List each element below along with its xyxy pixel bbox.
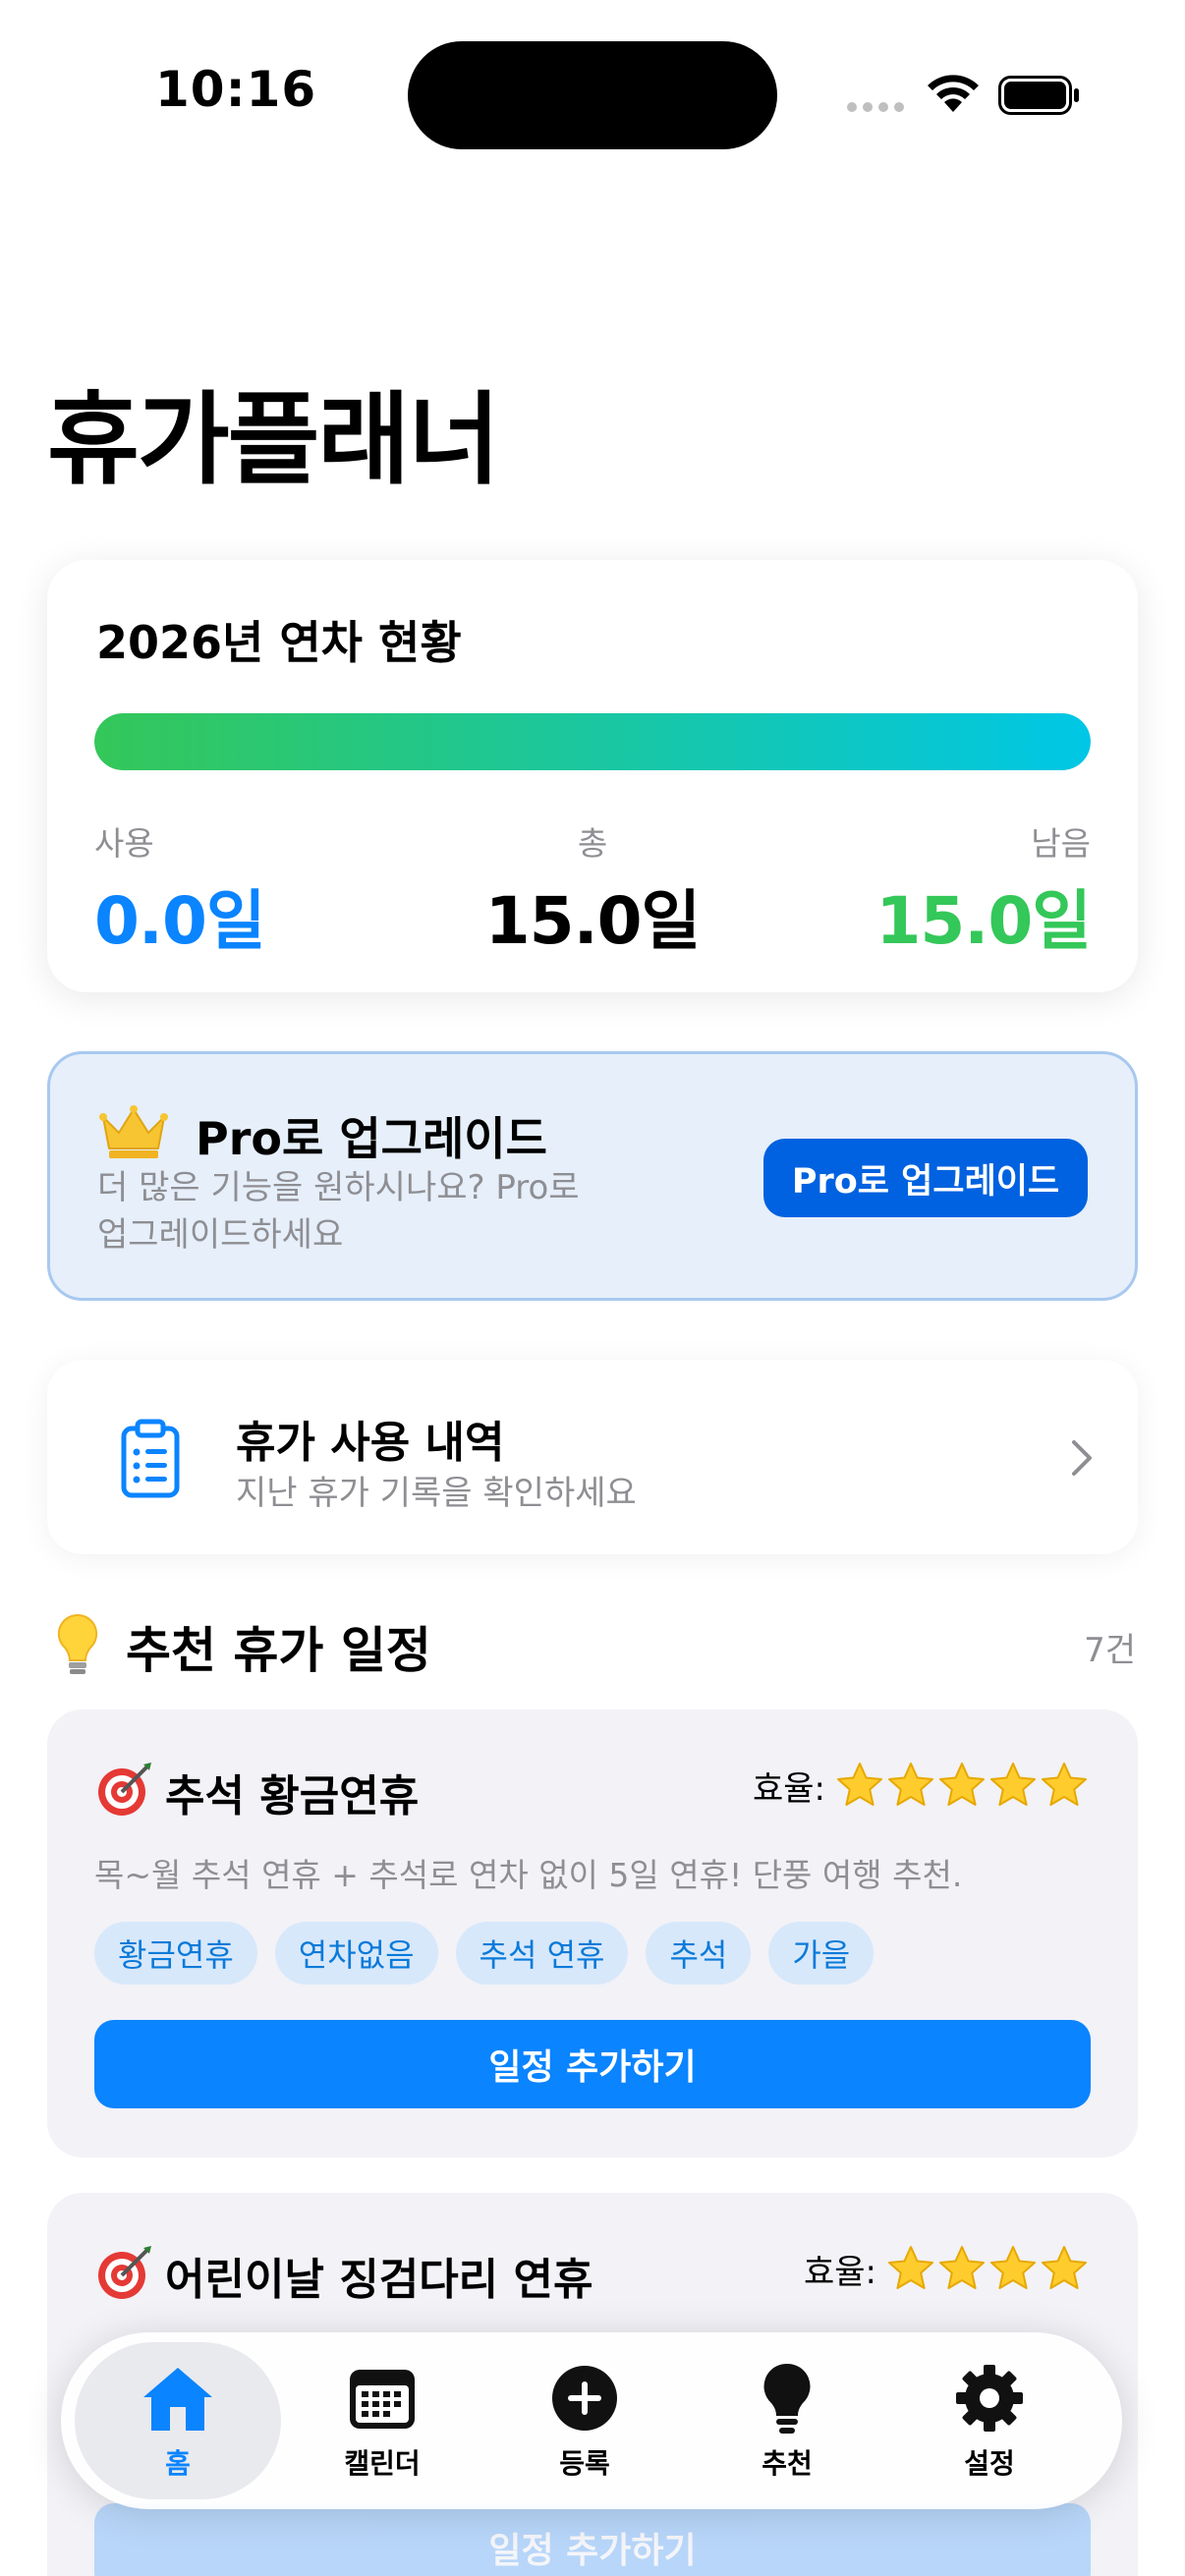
pro-description: 더 많은 기능을 원하시나요? Pro로 업그레이드하세요 <box>97 1168 580 1255</box>
tab-register[interactable]: 등록 <box>481 2342 688 2499</box>
add-schedule-button[interactable]: 일정 추가하기 <box>94 2503 1091 2576</box>
tab-settings[interactable]: 설정 <box>886 2342 1093 2499</box>
efficiency-label: 효율: <box>803 2252 876 2292</box>
tab-label: 홈 <box>165 2447 191 2480</box>
recommendation-card: 추석 황금연휴 효율: 목~월 추석 연휴 + 추석로 연차 없이 5일 연휴!… <box>47 1709 1138 2157</box>
battery-icon <box>998 76 1079 115</box>
tab-recommend[interactable]: 추천 <box>684 2342 890 2499</box>
star-icon <box>939 2246 985 2289</box>
clipboard-icon <box>121 1419 180 1498</box>
star-rating <box>835 1761 1089 1810</box>
efficiency-label: 효율: <box>752 1768 825 1809</box>
star-icon <box>1042 1763 1087 1806</box>
recommendation-description: 목~월 추석 연휴 + 추석로 연차 없이 5일 연휴! 단풍 여행 추천. <box>94 1856 963 1894</box>
status-bar: 10:16 <box>0 0 1185 187</box>
remaining-stat: 남음 15.0일 <box>875 817 1092 963</box>
lightbulb-icon <box>763 2363 811 2434</box>
star-icon <box>990 2246 1036 2289</box>
add-schedule-button[interactable]: 일정 추가하기 <box>94 2020 1091 2108</box>
efficiency-rating: 효율: <box>753 1761 1089 1810</box>
house-icon <box>143 2368 212 2431</box>
star-icon <box>990 1763 1036 1806</box>
chevron-right-icon <box>1072 1440 1092 1476</box>
tab-label: 캘린더 <box>344 2447 421 2480</box>
pro-title: Pro로 업그레이드 <box>196 1112 547 1165</box>
remaining-label: 남음 <box>1031 824 1091 863</box>
leave-progress-fill <box>94 713 1091 770</box>
tag-list: 황금연휴 연차없음 추석 연휴 추석 가을 <box>94 1922 875 1985</box>
page-title: 휴가플래너 <box>47 382 500 499</box>
cellular-signal-icon <box>847 102 904 112</box>
dynamic-island <box>408 41 777 149</box>
star-icon <box>888 1763 933 1806</box>
wifi-icon <box>928 75 979 112</box>
leave-progress-bar <box>94 713 1091 770</box>
efficiency-rating: 효율: <box>804 2244 1089 2293</box>
tag-chip: 황금연휴 <box>94 1922 257 1985</box>
section-title: 추천 휴가 일정 <box>126 1622 431 1679</box>
history-title: 휴가 사용 내역 <box>236 1418 505 1468</box>
pro-upgrade-card: Pro로 업그레이드 더 많은 기능을 원하시나요? Pro로 업그레이드하세요… <box>47 1051 1138 1301</box>
star-icon <box>888 2246 933 2289</box>
section-count: 7건 <box>1084 1631 1136 1670</box>
target-icon <box>98 2246 151 2299</box>
app-screen: 10:16 휴가플래너 2026년 연차 현황 사용 0.0일 총 15.0일 <box>0 0 1185 2576</box>
leave-summary-card: 2026년 연차 현황 사용 0.0일 총 15.0일 남음 15.0일 <box>47 560 1138 992</box>
gear-icon <box>956 2365 1023 2432</box>
tab-label: 등록 <box>559 2447 610 2480</box>
history-subtitle: 지난 휴가 기록을 확인하세요 <box>236 1474 637 1513</box>
recommendation-title: 어린이날 징검다리 연휴 <box>165 2255 593 2305</box>
status-time: 10:16 <box>155 61 317 118</box>
tag-chip: 추석 연휴 <box>455 1922 629 1985</box>
recommendation-title: 추석 황금연휴 <box>165 1771 420 1821</box>
star-icon <box>837 1763 882 1806</box>
tab-bar: 홈 캘린더 등록 추천 설정 <box>61 2332 1122 2509</box>
tab-home[interactable]: 홈 <box>75 2342 281 2499</box>
leave-history-row[interactable]: 휴가 사용 내역 지난 휴가 기록을 확인하세요 <box>47 1360 1138 1554</box>
plus-circle-icon <box>552 2366 617 2431</box>
lightbulb-icon <box>57 1613 98 1674</box>
tag-chip: 가을 <box>768 1922 875 1985</box>
star-icon <box>939 1763 985 1806</box>
tag-chip: 추석 <box>646 1922 752 1985</box>
summary-title: 2026년 연차 현황 <box>96 616 462 669</box>
star-rating <box>886 2244 1089 2293</box>
calendar-icon <box>350 2370 415 2429</box>
pro-upgrade-button[interactable]: Pro로 업그레이드 <box>763 1139 1088 1217</box>
crown-icon <box>99 1105 168 1158</box>
target-icon <box>98 1763 151 1816</box>
tab-label: 설정 <box>964 2447 1015 2480</box>
remaining-value: 15.0일 <box>875 883 1092 959</box>
tab-calendar[interactable]: 캘린더 <box>279 2342 485 2499</box>
tag-chip: 연차없음 <box>274 1922 438 1985</box>
tab-label: 추천 <box>762 2447 813 2480</box>
star-icon <box>1042 2246 1087 2289</box>
